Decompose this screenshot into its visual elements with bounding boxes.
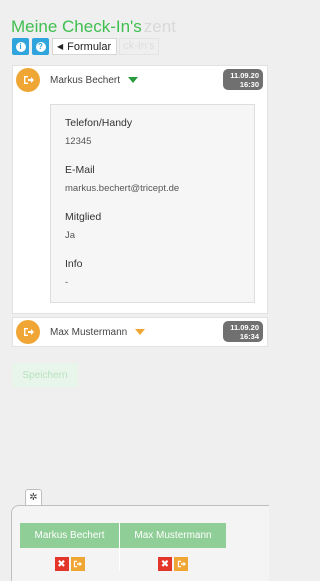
tray-person: Markus Bechert ✖	[20, 523, 119, 571]
info-button[interactable]: i	[12, 38, 29, 55]
remove-button[interactable]: ✖	[158, 557, 172, 571]
tray-person: Max Mustermann ✖	[119, 523, 226, 571]
checkins-tab-ghost: ck-In's	[119, 38, 159, 55]
caret-left-icon: ◀	[57, 42, 64, 51]
page-title-ghost: zent	[143, 17, 176, 36]
checkin-person: Max Mustermann	[50, 326, 146, 338]
checkin-details: Telefon/Handy 12345 E-Mail markus.becher…	[50, 104, 255, 303]
formular-button-label: Formular	[67, 40, 112, 53]
chevron-down-icon[interactable]	[128, 76, 139, 83]
formular-button[interactable]: ◀ Formular	[52, 38, 118, 55]
checkin-person-name: Max Mustermann	[50, 326, 128, 338]
gear-icon: ✲	[29, 492, 38, 503]
detail-label-email: E-Mail	[65, 164, 95, 176]
checkin-time: 16:30	[239, 80, 259, 89]
tray-person-actions: ✖	[20, 557, 119, 571]
checkin-tray: Markus Bechert ✖ Max Mustermann ✖	[11, 505, 269, 581]
detail-value-phone: 12345	[65, 136, 92, 147]
detail-label-member: Mitglied	[65, 211, 102, 223]
checkin-header[interactable]: Markus Bechert 11.09.20 16:30	[13, 66, 267, 94]
checkin-person: Markus Bechert	[50, 74, 139, 86]
checkout-button[interactable]	[16, 320, 40, 344]
detail-label-phone: Telefon/Handy	[65, 117, 133, 129]
checkout-button[interactable]	[16, 68, 40, 92]
checkout-button[interactable]	[70, 557, 85, 571]
checkin-date-badge: 11.09.20 16:34	[223, 321, 263, 342]
sign-out-icon	[23, 328, 34, 336]
page-title-row: Meine Check-In's zent	[11, 17, 176, 37]
page-title: Meine Check-In's	[11, 17, 142, 36]
tray-person-name[interactable]: Max Mustermann	[120, 523, 226, 548]
chevron-down-icon[interactable]	[135, 328, 146, 335]
tray-settings-button[interactable]: ✲	[25, 489, 42, 505]
info-icon: i	[15, 41, 26, 52]
remove-button[interactable]: ✖	[54, 557, 69, 571]
checkin-date-badge: 11.09.20 16:30	[223, 69, 263, 90]
tray-person-actions: ✖	[120, 557, 226, 571]
checkout-button[interactable]	[174, 557, 188, 571]
save-button[interactable]: Speichern	[12, 363, 78, 387]
checkin-card: Markus Bechert 11.09.20 16:30 Telefon/Ha…	[12, 65, 268, 314]
close-icon: ✖	[160, 558, 170, 570]
checkin-header[interactable]: Max Mustermann 11.09.20 16:34	[13, 318, 267, 346]
checkin-person-name: Markus Bechert	[50, 74, 121, 86]
question-icon: ?	[35, 41, 46, 52]
detail-value-email: markus.bechert@tricept.de	[65, 183, 180, 194]
checkin-date: 11.09.20	[230, 71, 259, 80]
detail-value-member: Ja	[65, 230, 76, 241]
header: Meine Check-In's zent i ? ◀ Formular ck-I…	[0, 0, 268, 64]
sign-out-icon	[177, 560, 186, 568]
tray-person-name[interactable]: Markus Bechert	[20, 523, 119, 548]
close-icon: ✖	[57, 558, 66, 570]
checkin-card: Max Mustermann 11.09.20 16:34	[12, 317, 268, 347]
detail-value-info: -	[65, 277, 69, 288]
checkin-date: 11.09.20	[230, 323, 259, 332]
sign-out-icon	[23, 76, 34, 84]
detail-label-info: Info	[65, 258, 83, 270]
tray-people: Markus Bechert ✖ Max Mustermann ✖	[20, 523, 226, 571]
sign-out-icon	[73, 560, 82, 568]
checkin-time: 16:34	[239, 332, 259, 341]
header-toolbar: i ? ◀ Formular ck-In's	[12, 38, 159, 55]
help-button[interactable]: ?	[32, 38, 49, 55]
